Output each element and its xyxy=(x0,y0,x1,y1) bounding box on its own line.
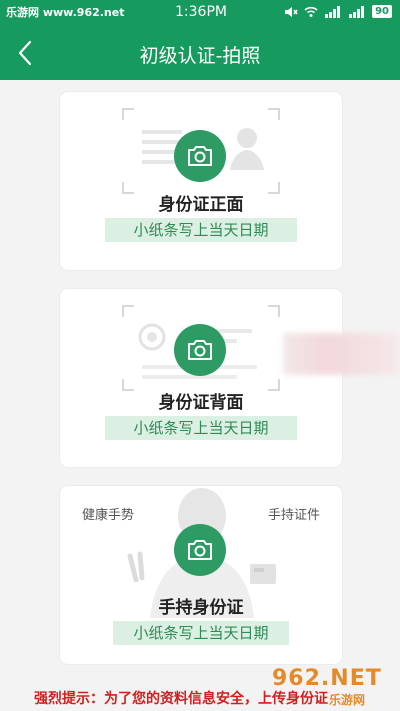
watermark-sub: 乐游网 xyxy=(329,693,366,707)
card-title: 身份证正面 xyxy=(158,195,244,215)
camera-icon xyxy=(188,540,212,560)
status-icons: 90 xyxy=(284,5,392,18)
watermark-logo: 962.NET xyxy=(272,666,382,691)
card-title: 身份证背面 xyxy=(158,393,244,413)
camera-button[interactable] xyxy=(174,130,226,182)
handheld-id-upload-card[interactable]: 健康手势 手持证件 手持身份证 小纸条写上当天日期 xyxy=(60,486,342,664)
date-note: 小纸条写上当天日期 xyxy=(113,621,289,645)
id-front-upload-card[interactable]: 身份证正面 小纸条写上当天日期 xyxy=(60,92,342,270)
wifi-icon xyxy=(304,6,318,17)
status-time: 1:36PM xyxy=(175,4,227,20)
status-site-text: 乐游网 www.962.net xyxy=(6,6,125,19)
camera-button[interactable] xyxy=(174,524,226,576)
date-note: 小纸条写上当天日期 xyxy=(105,218,297,242)
signal-icon-2 xyxy=(349,5,365,18)
date-note: 小纸条写上当天日期 xyxy=(105,416,297,440)
camera-icon xyxy=(188,146,212,166)
battery-indicator: 90 xyxy=(372,5,392,18)
signal-icon xyxy=(325,5,341,18)
page-title: 初级认证-拍照 xyxy=(139,45,261,67)
camera-button[interactable] xyxy=(174,324,226,376)
security-warning: 强烈提示：为了您的资料信息安全，上传身份证 xyxy=(34,691,328,707)
camera-icon xyxy=(188,340,212,360)
nav-bar: 初级认证-拍照 xyxy=(0,26,400,80)
card-title: 手持身份证 xyxy=(158,598,244,618)
status-bar: 乐游网 www.962.net 1:36PM 90 xyxy=(0,0,400,26)
blurred-overlay xyxy=(283,333,399,375)
id-back-upload-card[interactable]: 身份证背面 小纸条写上当天日期 xyxy=(60,289,342,467)
mute-icon xyxy=(285,6,298,17)
